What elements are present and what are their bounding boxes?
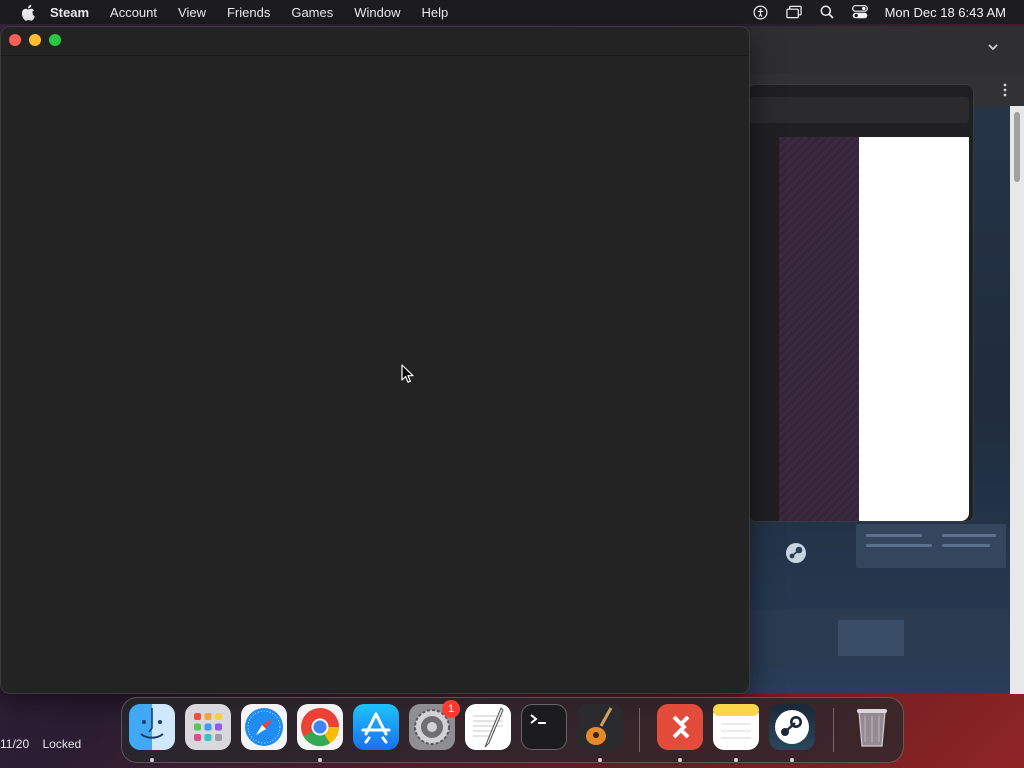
finder-icon — [140, 708, 164, 739]
dock-system-settings[interactable]: 1 — [409, 700, 460, 750]
background-window-titlebar — [740, 26, 1024, 74]
background-white-panel — [859, 137, 969, 521]
menu-help[interactable]: Help — [421, 5, 448, 20]
dock-running-indicator — [790, 758, 794, 762]
menu-games[interactable]: Games — [291, 5, 333, 20]
safari-icon — [245, 708, 283, 746]
background-hero-image — [779, 137, 859, 521]
chrome-icon — [301, 708, 340, 747]
panel-line — [942, 534, 996, 537]
menu-view[interactable]: View — [178, 5, 206, 20]
menu-window[interactable]: Window — [354, 5, 400, 20]
notes-icon — [713, 704, 759, 739]
control-center-icon[interactable] — [851, 4, 868, 20]
more-options-icon[interactable] — [1002, 82, 1008, 98]
zoom-window-button[interactable] — [49, 34, 61, 46]
dock-launchpad[interactable] — [185, 704, 231, 750]
notification-badge: 1 — [442, 700, 460, 718]
mouse-cursor-icon — [401, 364, 415, 384]
dock-chrome[interactable] — [297, 704, 343, 750]
menu-bar: Steam Account View Friends Games Window … — [0, 0, 1024, 24]
dock-finder[interactable] — [129, 704, 175, 750]
dock-garageband[interactable] — [577, 704, 623, 750]
minimize-window-button[interactable] — [29, 34, 41, 46]
chevron-down-icon[interactable] — [986, 40, 1002, 56]
dock-running-indicator — [734, 758, 738, 762]
menu-app-steam[interactable]: Steam — [50, 5, 89, 20]
dock-separator — [639, 708, 640, 752]
apple-menu-icon[interactable] — [16, 1, 38, 23]
dock-terminal[interactable] — [521, 704, 567, 750]
launchpad-icon — [194, 713, 222, 741]
dock-running-indicator — [150, 758, 154, 762]
accessibility-icon[interactable] — [753, 4, 769, 20]
dock-remote-desktop[interactable] — [657, 704, 703, 750]
steam-logo-icon — [784, 541, 808, 565]
dock-running-indicator — [678, 758, 682, 762]
menu-clock[interactable]: Mon Dec 18 6:43 AM — [885, 5, 1006, 20]
status-counter: 11/20 — [0, 737, 30, 751]
dock-steam[interactable] — [769, 704, 815, 750]
dock-notes[interactable] — [713, 704, 759, 750]
menu-account[interactable]: Account — [110, 5, 157, 20]
dock-app-store[interactable] — [353, 704, 399, 750]
trash-icon — [857, 709, 887, 747]
status-menus: Mon Dec 18 6:43 AM — [736, 0, 1006, 24]
background-popup-panel — [748, 84, 974, 522]
background-info-panel — [856, 524, 1006, 568]
dock-textedit[interactable] — [465, 704, 511, 750]
status-overlay: 11/20 Locked — [0, 737, 91, 751]
panel-line — [866, 534, 922, 537]
panel-line — [942, 544, 990, 547]
menu-friends[interactable]: Friends — [227, 5, 270, 20]
steam-window-titlebar[interactable] — [1, 27, 749, 56]
app-store-icon — [361, 712, 391, 744]
textedit-icon — [473, 707, 504, 748]
dock: 1 — [121, 697, 904, 763]
spotlight-search-icon[interactable] — [819, 4, 835, 20]
background-scrollbar[interactable] — [1010, 106, 1024, 694]
terminal-icon — [530, 714, 546, 724]
screen-mirroring-icon[interactable] — [785, 4, 802, 20]
dock-running-indicator — [318, 758, 322, 762]
close-window-button[interactable] — [9, 34, 21, 46]
background-search-field[interactable] — [749, 97, 969, 123]
dock-trash[interactable] — [849, 704, 895, 750]
background-button[interactable] — [838, 620, 904, 656]
garageband-icon — [586, 707, 613, 745]
steam-icon — [775, 710, 809, 744]
dock-separator — [833, 708, 834, 752]
remote-desktop-icon — [672, 715, 690, 739]
status-lock-state: Locked — [42, 737, 82, 751]
panel-line — [866, 544, 932, 547]
scrollbar-thumb[interactable] — [1014, 112, 1020, 182]
steam-window[interactable] — [0, 26, 750, 694]
dock-running-indicator — [598, 758, 602, 762]
dock-safari[interactable] — [241, 704, 287, 750]
